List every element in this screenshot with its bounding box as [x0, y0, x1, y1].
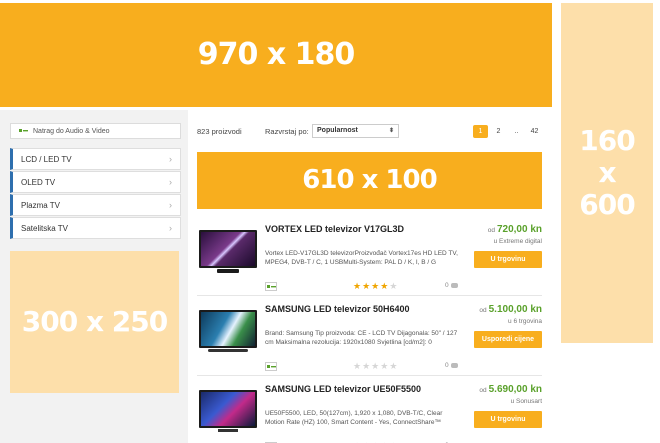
- product-image[interactable]: [197, 384, 259, 438]
- review-count[interactable]: 0: [445, 362, 458, 369]
- back-compare-icon: [19, 128, 28, 134]
- star-icon: ★: [353, 361, 362, 371]
- tv-screen-graphic: [199, 310, 257, 348]
- tv-screen-graphic: [199, 229, 257, 268]
- tv-thumbnail: [199, 390, 257, 432]
- go-to-store-button[interactable]: U trgovinu: [474, 411, 542, 428]
- star-icon: ★: [353, 281, 362, 291]
- review-count[interactable]: 0: [445, 282, 458, 289]
- back-to-category-button[interactable]: Natrag do Audio & Video: [10, 123, 181, 139]
- ad-size-label: 610 x 100: [302, 164, 437, 195]
- tv-thumbnail: [199, 310, 257, 352]
- category-label: Satelitska TV: [21, 223, 68, 233]
- chevron-right-icon: ›: [169, 177, 172, 187]
- ad-banner-top[interactable]: 970 x 180: [0, 3, 552, 107]
- shop-name: u Sonusart: [510, 398, 542, 405]
- chevron-right-icon: ›: [169, 223, 172, 233]
- star-icon: ★: [389, 281, 398, 291]
- sort-select[interactable]: Popularnost ⬍: [312, 124, 399, 138]
- page-last-button[interactable]: 42: [527, 125, 542, 138]
- category-label: OLED TV: [21, 177, 56, 187]
- product-price: od 720,00 kn: [488, 224, 542, 235]
- sort-label: Razvrstaj po:: [265, 127, 309, 136]
- product-description: Brand: Samsung Tip proizvoda: CE - LCD T…: [265, 330, 458, 346]
- compare-icon: [266, 284, 276, 288]
- product-image[interactable]: [197, 304, 259, 358]
- page-2-button[interactable]: 2: [491, 125, 506, 138]
- ad-size-label: 970 x 180: [197, 36, 355, 72]
- chevron-right-icon: ›: [169, 154, 172, 164]
- category-item-lcd-led-tv[interactable]: LCD / LED TV ›: [10, 148, 181, 170]
- chevron-updown-icon: ⬍: [388, 128, 394, 134]
- price-value: 5.100,00 kn: [488, 304, 542, 315]
- result-count-label: proizvodi: [211, 127, 242, 136]
- star-icon: ★: [380, 361, 389, 371]
- results-toolbar: 823 proizvodi Razvrstaj po: Popularnost …: [197, 124, 542, 138]
- tv-stand-graphic: [218, 429, 238, 432]
- page: 970 x 180 160 x 600 Natrag do Audio & Vi…: [0, 0, 660, 443]
- price-value: 5.690,00 kn: [488, 384, 542, 395]
- compare-icon: [266, 364, 276, 368]
- category-label: LCD / LED TV: [21, 154, 72, 164]
- back-label: Natrag do Audio & Video: [33, 127, 110, 135]
- ad-banner-skyscraper[interactable]: 160 x 600: [561, 3, 653, 343]
- compare-prices-button[interactable]: Usporedi cijene: [474, 331, 542, 348]
- product-title[interactable]: SAMSUNG LED televizor 50H6400: [265, 304, 410, 314]
- page-1-button[interactable]: 1: [473, 124, 488, 138]
- category-item-oled-tv[interactable]: OLED TV ›: [10, 171, 181, 193]
- tv-thumbnail: [199, 229, 257, 273]
- product-image[interactable]: [197, 224, 259, 278]
- category-label: Plazma TV: [21, 200, 60, 210]
- price-value: 720,00 kn: [496, 224, 542, 235]
- ad-size-label: 160 x 600: [579, 123, 635, 222]
- product-price: od 5.690,00 kn: [479, 384, 542, 395]
- price-prefix: od: [479, 387, 487, 394]
- comment-icon: [450, 363, 458, 368]
- compare-checkbox[interactable]: [265, 282, 277, 291]
- category-item-satelitska-tv[interactable]: Satelitska TV ›: [10, 217, 181, 239]
- product-title[interactable]: SAMSUNG LED televizor UE50F5500: [265, 384, 421, 394]
- rating-stars: ★ ★ ★ ★ ★: [353, 282, 398, 291]
- star-icon: ★: [371, 281, 380, 291]
- star-icon: ★: [380, 281, 389, 291]
- tv-screen-graphic: [199, 390, 257, 428]
- price-prefix: od: [479, 307, 487, 314]
- tv-stand-graphic: [217, 268, 239, 273]
- pagination: 1 2 .. 42: [470, 124, 542, 138]
- product-item: VORTEX LED televizor V17GL3D Vortex LED-…: [197, 216, 542, 296]
- star-icon: ★: [362, 281, 371, 291]
- shop-name: u 6 trgovina: [508, 318, 542, 325]
- product-title[interactable]: VORTEX LED televizor V17GL3D: [265, 224, 404, 234]
- go-to-store-button[interactable]: U trgovinu: [474, 251, 542, 268]
- star-icon: ★: [362, 361, 371, 371]
- product-description: UE50F5500, LED, 50(127cm), 1,920 x 1,080…: [265, 410, 443, 426]
- category-item-plazma-tv[interactable]: Plazma TV ›: [10, 194, 181, 216]
- product-description: Vortex LED-V17GL3D televizorProizvođač V…: [265, 250, 458, 266]
- shop-name: u Extreme digital: [493, 238, 542, 245]
- star-icon: ★: [371, 361, 380, 371]
- chevron-right-icon: ›: [169, 200, 172, 210]
- star-icon: ★: [389, 361, 398, 371]
- category-list: LCD / LED TV › OLED TV › Plazma TV › Sat…: [10, 148, 181, 240]
- page-ellipsis: ..: [514, 127, 519, 135]
- ad-banner-middle[interactable]: 610 x 100: [197, 152, 542, 209]
- tv-stand-graphic: [208, 349, 248, 352]
- ad-size-label: 300 x 250: [21, 304, 168, 338]
- ad-banner-rectangle[interactable]: 300 x 250: [10, 251, 179, 393]
- result-count-number: 823: [197, 127, 210, 136]
- sort-select-value: Popularnost: [317, 127, 358, 134]
- product-item: SAMSUNG LED televizor 50H6400 Brand: Sam…: [197, 296, 542, 376]
- comment-icon: [450, 283, 458, 288]
- product-item: SAMSUNG LED televizor UE50F5500 UE50F550…: [197, 376, 542, 443]
- rating-stars: ★ ★ ★ ★ ★: [353, 362, 398, 371]
- price-prefix: od: [487, 227, 495, 234]
- product-price: od 5.100,00 kn: [479, 304, 542, 315]
- result-count: 823 proizvodi: [197, 127, 242, 136]
- compare-checkbox[interactable]: [265, 362, 277, 371]
